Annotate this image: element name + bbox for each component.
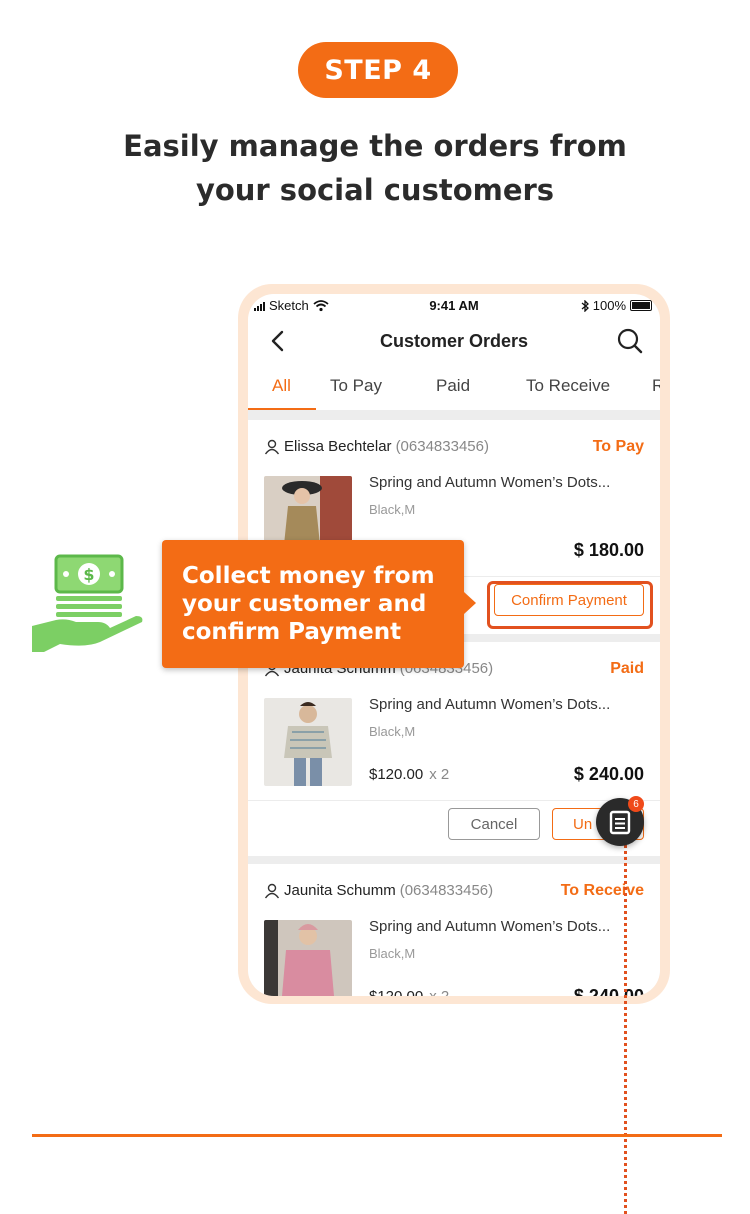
order-customer: Elissa Bechtelar (0634833456) [264,438,489,455]
page-title: Customer Orders [379,331,529,351]
callout-tooltip: Collect money from your customer and con… [162,540,464,668]
status-right: 100% [581,298,652,313]
tab-all[interactable]: All [272,376,291,396]
product-price: $120.00 x 2 [369,766,449,783]
customer-name: Jaunita Schumm [284,882,396,899]
product-name: Spring and Autumn Women’s Dots... [369,696,611,713]
battery-percent: 100% [592,298,626,313]
callout-line-2: your customer and [182,591,427,617]
product-price: $120.00 x 2 [369,988,449,996]
product-variant: Black,M [369,946,416,961]
notification-badge: 6 [628,796,644,812]
active-tab-indicator [248,408,316,410]
tab-to-receive[interactable]: To Receive [526,376,610,396]
order-status: To Pay [592,438,644,455]
callout-pointer [464,592,476,614]
order-total: $ 180.00 [573,540,644,560]
quantity: x 2 [429,988,449,996]
customer-name: Elissa Bechtelar [284,438,392,455]
product-name: Spring and Autumn Women’s Dots... [369,474,611,491]
user-icon [264,439,280,454]
order-status: To Receive [560,882,644,899]
customer-phone: (0634833456) [395,438,489,455]
section-divider [32,1134,722,1137]
product-image [264,920,352,996]
callout-line-3: confirm Payment [182,619,402,645]
order-total: $ 240.00 [573,764,644,784]
callout-line-1: Collect money from [182,563,435,589]
customer-phone: (0634833456) [399,882,494,899]
nav-bar: Customer Orders [248,318,660,364]
tab-paid[interactable]: Paid [436,376,470,396]
product-name: Spring and Autumn Women’s Dots... [369,918,611,935]
product-image [264,698,352,786]
order-status: Paid [610,660,644,677]
product-variant: Black,M [369,724,416,739]
confirm-payment-highlight [487,581,653,629]
headline: Easily manage the orders from your socia… [0,124,750,212]
status-bar: Sketch 9:41 AM 100% [248,294,660,318]
tab-returns[interactable]: R [652,376,660,396]
user-icon [264,883,280,898]
tab-to-pay[interactable]: To Pay [330,376,382,396]
order-card[interactable]: Jaunita Schumm (0634833456) To Receive Sp… [248,864,660,996]
dotted-connector-line [624,838,627,1214]
order-customer: Jaunita Schumm (0634833456) [264,882,493,899]
quantity: x 2 [429,766,450,783]
unit-price: $120.00 [369,766,424,783]
battery-icon [630,300,652,311]
headline-line-2: your social customers [195,173,555,207]
cancel-button[interactable]: Cancel [448,808,540,840]
search-icon[interactable] [616,327,644,355]
headline-line-1: Easily manage the orders from [123,129,627,163]
order-tabs: All To Pay Paid To Receive R [248,364,660,410]
product-variant: Black,M [369,502,416,517]
unit-price: $120.00 [369,988,423,996]
svg-text:$: $ [83,565,94,584]
bluetooth-icon [581,299,589,312]
cash-in-hand-icon: $ [32,554,143,652]
step-badge: STEP 4 [298,42,458,98]
order-total: $ 240.00 [573,986,644,996]
